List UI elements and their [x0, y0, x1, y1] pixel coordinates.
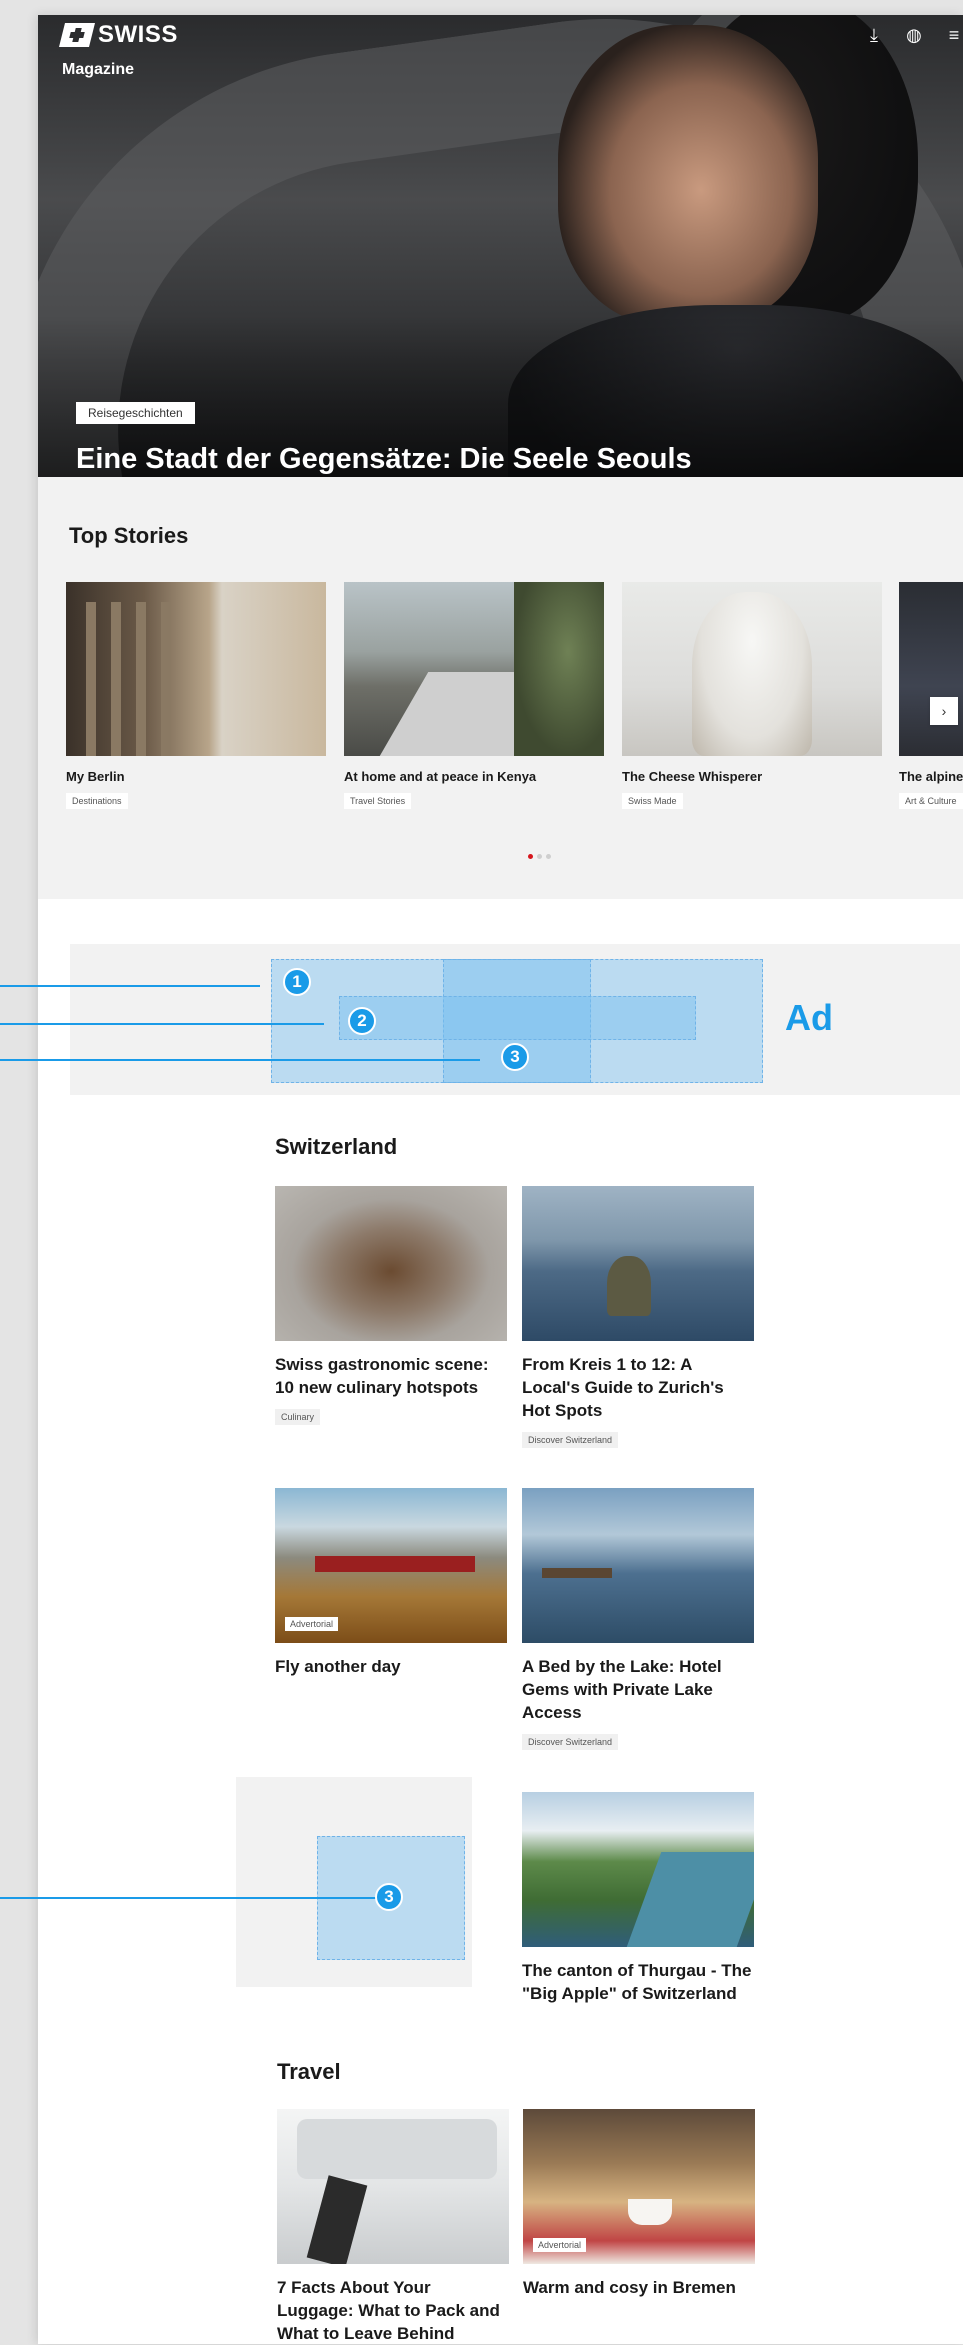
menu-icon[interactable]: ≡ [945, 25, 963, 46]
carousel-next-button[interactable]: › [930, 697, 958, 725]
globe-icon[interactable]: ◍ [905, 25, 923, 46]
section-title-travel: Travel [277, 2059, 341, 2084]
story-title[interactable]: My Berlin [66, 769, 326, 784]
carousel-dots [528, 854, 551, 859]
story-image[interactable] [622, 582, 882, 756]
article-title[interactable]: A Bed by the Lake: Hotel Gems with Priva… [522, 1655, 754, 1724]
hero-category-tag[interactable]: Reisegeschichten [76, 402, 195, 424]
magazine-label: Magazine [62, 61, 135, 78]
story-card[interactable]: The Cheese Whisperer Swiss Made [622, 582, 882, 809]
article-image[interactable]: Advertorial [275, 1488, 507, 1643]
ad-guide-line [0, 1897, 380, 1899]
story-title[interactable]: The Cheese Whisperer [622, 769, 882, 784]
article-image[interactable] [522, 1186, 754, 1341]
article-title[interactable]: Swiss gastronomic scene: 10 new culinary… [275, 1353, 507, 1399]
advertorial-badge: Advertorial [285, 1617, 339, 1631]
top-stories-section: Top Stories My Berlin Destinations At ho… [38, 477, 963, 899]
article-tag[interactable]: Discover Switzerland [522, 1432, 619, 1448]
story-tag[interactable]: Swiss Made [622, 793, 683, 809]
hero-title[interactable]: Eine Stadt der Gegensätze: Die Seele Seo… [76, 443, 692, 476]
article-image[interactable] [522, 1488, 754, 1643]
swiss-flag-icon [59, 23, 95, 47]
article-image[interactable] [275, 1186, 507, 1341]
ad-marker: 3 [501, 1043, 529, 1071]
article-card[interactable]: The canton of Thurgau - The "Big Apple" … [522, 1792, 754, 2005]
article-image[interactable] [522, 1792, 754, 1947]
article-image[interactable]: Advertorial [523, 2109, 755, 2264]
story-image[interactable] [899, 582, 963, 756]
story-image[interactable] [66, 582, 326, 756]
section-title-switzerland: Switzerland [275, 1134, 398, 1159]
article-card[interactable]: Swiss gastronomic scene: 10 new culinary… [275, 1186, 507, 1425]
ad-guide-line [0, 1023, 324, 1025]
hero-banner[interactable]: SWISS Magazine ⤓ ◍ ≡ Reisegeschichten Ei… [38, 15, 963, 477]
story-card[interactable]: My Berlin Destinations [66, 582, 326, 809]
story-image[interactable] [344, 582, 604, 756]
article-title[interactable]: Fly another day [275, 1655, 507, 1678]
article-title[interactable]: Warm and cosy in Bremen [523, 2276, 755, 2299]
article-title[interactable]: From Kreis 1 to 12: A Local's Guide to Z… [522, 1353, 754, 1422]
story-tag[interactable]: Travel Stories [344, 793, 412, 809]
article-card[interactable]: A Bed by the Lake: Hotel Gems with Priva… [522, 1488, 754, 1750]
article-tag[interactable]: Culinary [275, 1409, 321, 1425]
article-card[interactable]: Advertorial Fly another day [275, 1488, 507, 1678]
ad-label: Ad [785, 997, 833, 1038]
article-image[interactable] [277, 2109, 509, 2264]
download-icon[interactable]: ⤓ [865, 25, 883, 46]
article-card[interactable]: Advertorial Warm and cosy in Bremen [523, 2109, 755, 2299]
article-card[interactable]: From Kreis 1 to 12: A Local's Guide to Z… [522, 1186, 754, 1448]
story-card[interactable]: At home and at peace in Kenya Travel Sto… [344, 582, 604, 809]
magazine-page: SWISS Magazine ⤓ ◍ ≡ Reisegeschichten Ei… [38, 15, 963, 2344]
ad-marker: 3 [375, 1883, 403, 1911]
swiss-logo[interactable]: SWISS [59, 21, 178, 49]
article-card[interactable]: 7 Facts About Your Luggage: What to Pack… [277, 2109, 509, 2345]
story-tag[interactable]: Art & Culture [899, 793, 963, 809]
ad-slot-banner [339, 996, 696, 1040]
story-title[interactable]: At home and at peace in Kenya [344, 769, 604, 784]
advertorial-badge: Advertorial [533, 2238, 587, 2252]
ad-marker: 1 [283, 968, 311, 996]
story-title[interactable]: The alpine [899, 769, 963, 784]
article-title[interactable]: The canton of Thurgau - The "Big Apple" … [522, 1959, 754, 2005]
article-tag[interactable]: Discover Switzerland [522, 1734, 619, 1750]
ad-guide-line [0, 985, 260, 987]
carousel-dot[interactable] [537, 854, 542, 859]
carousel-dot[interactable] [528, 854, 533, 859]
top-stories-title: Top Stories [69, 523, 189, 548]
article-title[interactable]: 7 Facts About Your Luggage: What to Pack… [277, 2276, 509, 2345]
header-icons: ⤓ ◍ ≡ [865, 25, 963, 46]
ad-guide-line [0, 1059, 480, 1061]
carousel-dot[interactable] [546, 854, 551, 859]
story-tag[interactable]: Destinations [66, 793, 128, 809]
brand-name: SWISS [98, 21, 178, 48]
story-card[interactable]: The alpine Art & Culture [899, 582, 963, 809]
ad-marker: 2 [348, 1007, 376, 1035]
